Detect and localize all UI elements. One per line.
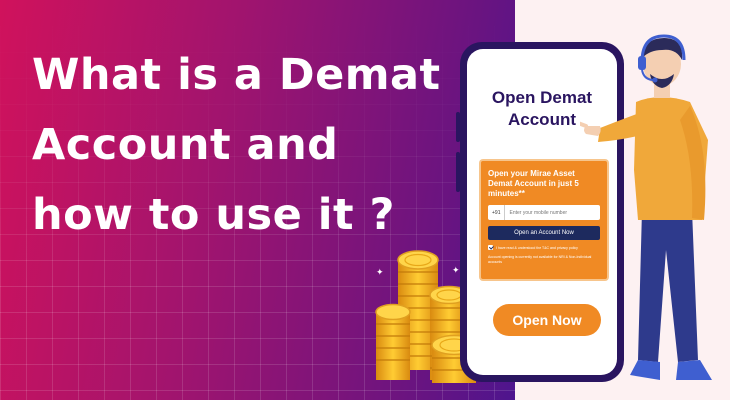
consent-label: I have read & understood the T&C and pri…: [496, 245, 578, 250]
phone-side-button: [456, 152, 460, 192]
headline-line-2: Account and: [32, 120, 339, 170]
country-code: +91: [488, 205, 506, 220]
headline: What is a Demat Account and how to use i…: [32, 40, 472, 250]
headline-line-1: What is a Demat: [32, 50, 441, 100]
support-agent-pointing-illustration: [580, 34, 712, 380]
sparkle-icon: ✦: [452, 266, 460, 276]
consent-checkbox[interactable]: [488, 245, 493, 250]
sparkle-icon: ✦: [376, 268, 384, 278]
phone-side-button: [456, 112, 460, 142]
mobile-placeholder: Enter your mobile number: [509, 209, 568, 216]
banner-background: What is a Demat Account and how to use i…: [0, 0, 730, 400]
